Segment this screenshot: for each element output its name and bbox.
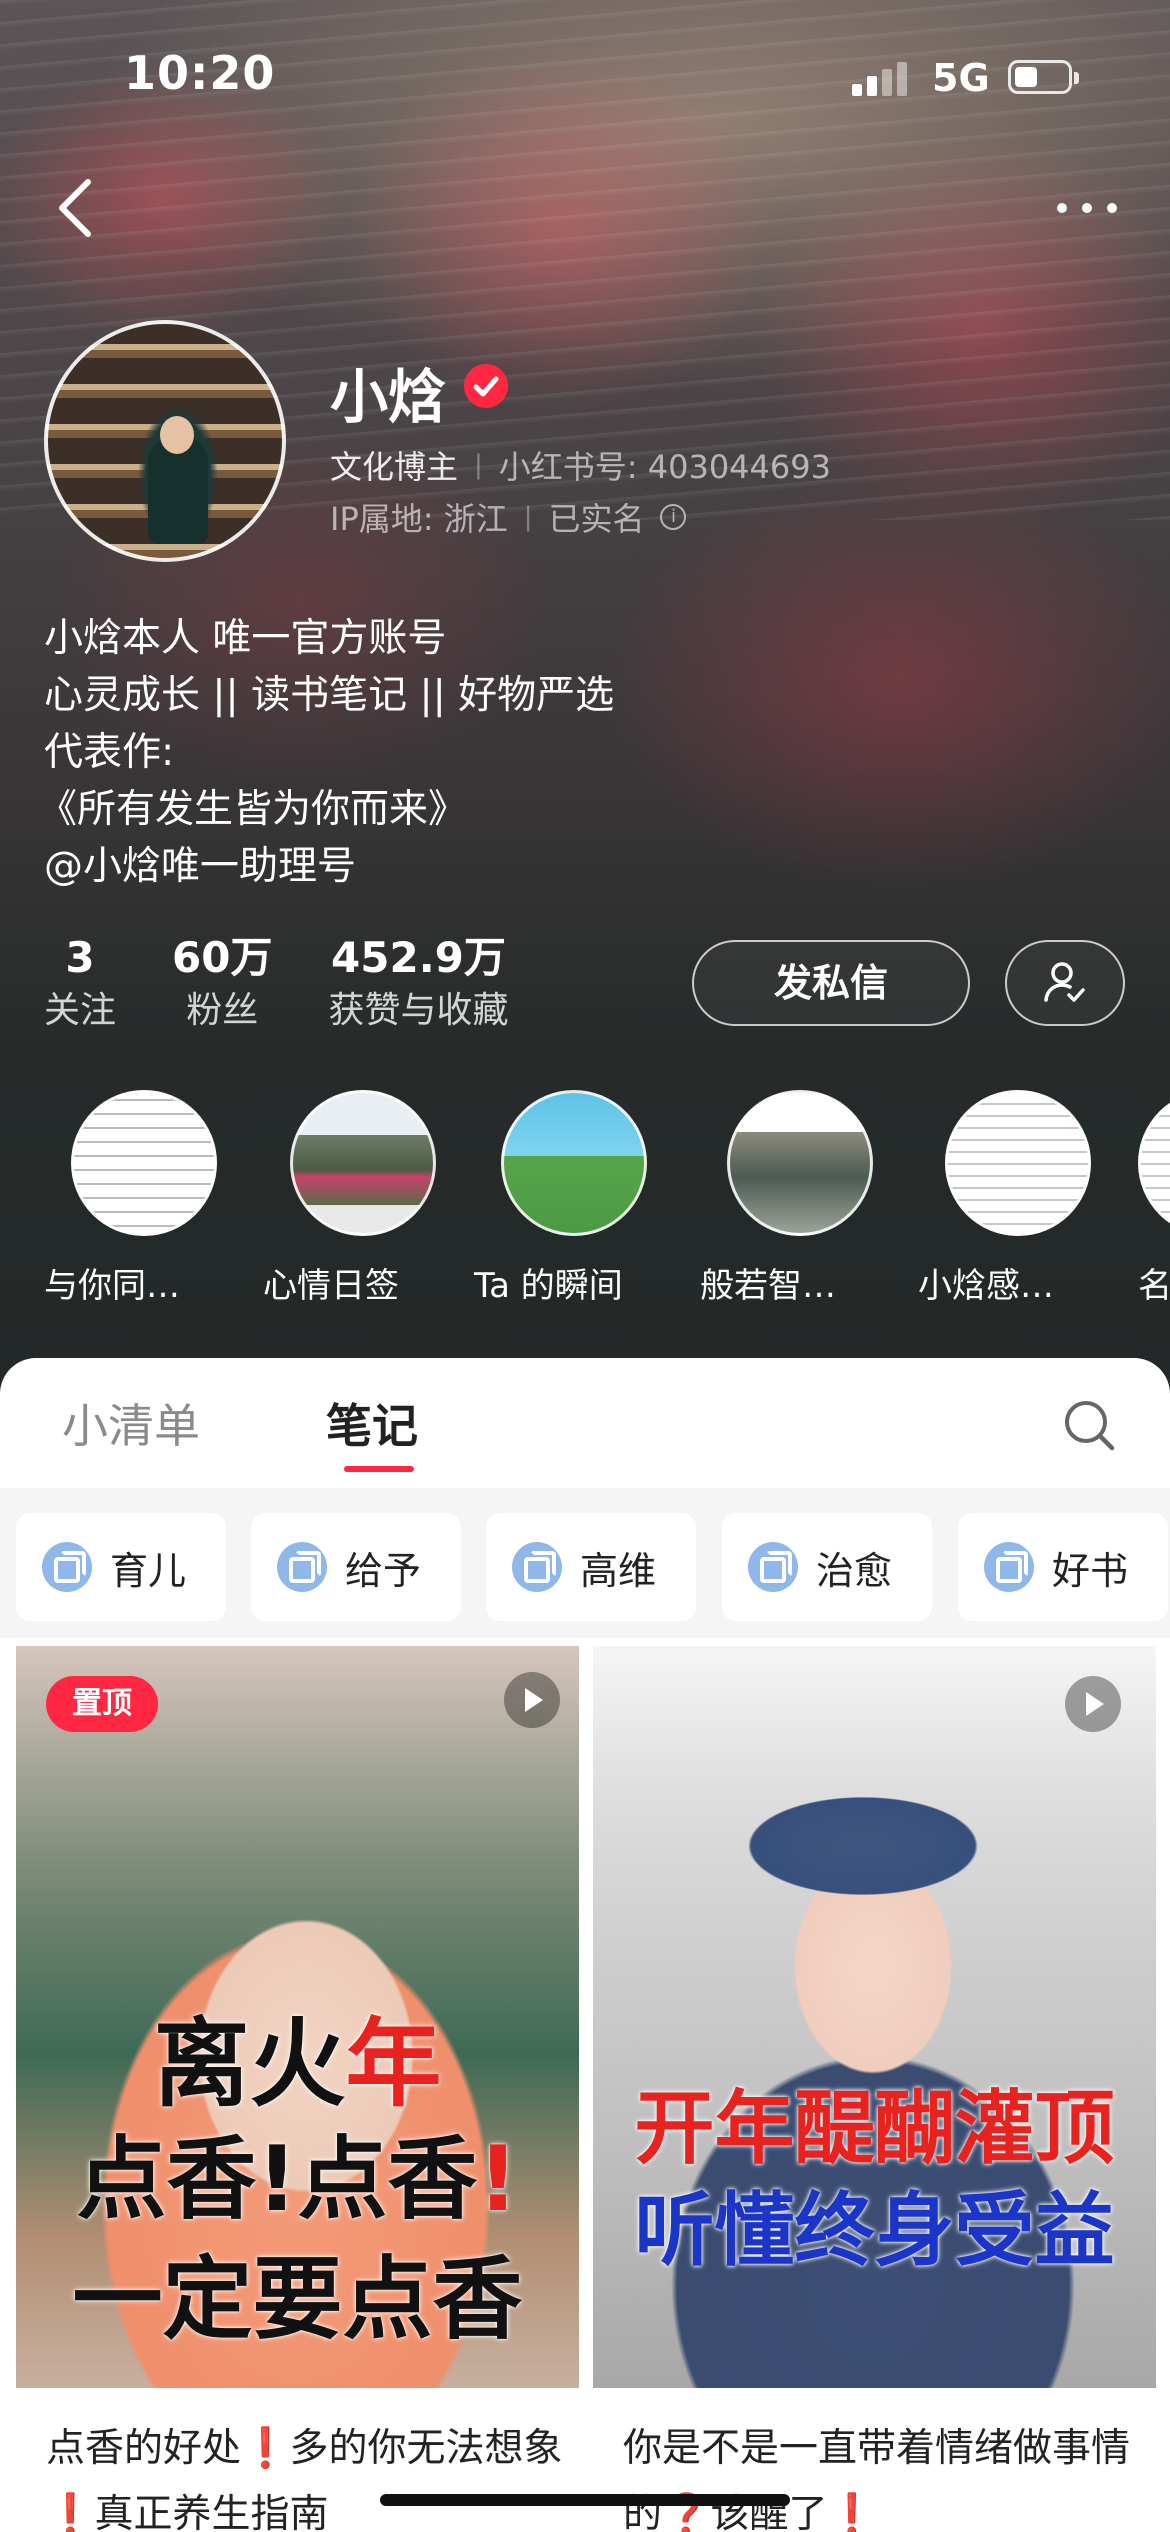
cover-text-line: 开年醍醐灌顶 bbox=[634, 2082, 1115, 2175]
stat-label: 粉丝 bbox=[186, 990, 259, 1031]
highlight-label: 名 bbox=[1138, 1266, 1170, 1306]
highlight-item[interactable]: Ta 的瞬间 bbox=[474, 1090, 674, 1307]
highlight-label: 心情日签 bbox=[263, 1266, 399, 1306]
divider: | bbox=[523, 502, 533, 532]
tab-notes[interactable]: 笔记 bbox=[326, 1390, 418, 1456]
info-icon[interactable]: i bbox=[660, 504, 687, 530]
highlight-cover bbox=[1138, 1090, 1170, 1236]
back-button[interactable] bbox=[48, 172, 108, 244]
profile-meta-secondary: IP属地: 浙江 | 已实名 i bbox=[330, 494, 687, 540]
highlight-label: 小焓感… bbox=[918, 1266, 1054, 1306]
collection-icon bbox=[984, 1542, 1034, 1592]
tab-bar: 小清单 笔记 bbox=[0, 1358, 1170, 1488]
filter-chip-label: 给予 bbox=[345, 1548, 422, 1593]
highlight-cover bbox=[290, 1090, 436, 1236]
more-button[interactable] bbox=[1052, 190, 1122, 226]
stat-likes[interactable]: 452.9万 获赞与收藏 bbox=[328, 930, 508, 1036]
network-label: 5G bbox=[932, 56, 990, 100]
bio-line: 心灵成长 || 读书笔记 || 好物严选 bbox=[44, 673, 615, 718]
collection-icon bbox=[512, 1542, 562, 1592]
bio-mention-link[interactable]: @小焓唯一助理号 bbox=[44, 838, 614, 895]
note-title: 你是不是一直带着情绪做事情的❓该醒了❗ bbox=[623, 2426, 1131, 2532]
cover-text-line: 离火年 bbox=[153, 2008, 442, 2120]
stat-value: 452.9万 bbox=[331, 933, 506, 982]
collection-icon bbox=[277, 1542, 327, 1592]
search-button[interactable] bbox=[1062, 1398, 1116, 1452]
stat-value: 3 bbox=[65, 933, 95, 982]
highlight-item[interactable]: 小焓感… bbox=[918, 1090, 1118, 1307]
stat-followers[interactable]: 60万 粉丝 bbox=[172, 930, 272, 1036]
video-play-icon bbox=[1065, 1676, 1121, 1732]
highlight-item[interactable]: 心情日签 bbox=[263, 1090, 463, 1307]
note-cover-image: 开年醍醐灌顶 听懂终身受益 bbox=[593, 1646, 1156, 2388]
filter-chip[interactable]: 育儿 bbox=[16, 1513, 226, 1621]
filter-chip-label: 高维 bbox=[580, 1548, 657, 1593]
search-icon bbox=[1065, 1401, 1115, 1451]
filter-chips: 育儿 给予 高维 治愈 好书 bbox=[16, 1513, 1170, 1623]
avatar[interactable] bbox=[44, 320, 286, 562]
highlight-label: 般若智… bbox=[700, 1266, 836, 1306]
verified-icon bbox=[464, 364, 508, 408]
profile-meta: 文化博主 | 小红书号: 403044693 bbox=[330, 442, 831, 488]
filter-chip[interactable]: 好书 bbox=[958, 1513, 1168, 1621]
highlight-cover bbox=[71, 1090, 217, 1236]
note-title: 点香的好处❗多的你无法想象❗真正养生指南 bbox=[46, 2426, 563, 2532]
profile-stats: 3 关注 60万 粉丝 452.9万 获赞与收藏 bbox=[44, 930, 508, 1036]
highlights-row: 与你同… 心情日签 Ta 的瞬间 般若智… 小焓感… 名 bbox=[0, 1090, 1170, 1310]
stat-label: 获赞与收藏 bbox=[328, 990, 509, 1031]
profile-id[interactable]: 小红书号: 403044693 bbox=[499, 442, 831, 488]
bio-line: 小焓本人 唯一官方账号 bbox=[44, 616, 447, 661]
chevron-left-icon bbox=[59, 179, 91, 237]
profile-role: 文化博主 bbox=[330, 448, 459, 486]
filter-chip-label: 好书 bbox=[1052, 1548, 1129, 1593]
verified-status: 已实名 bbox=[548, 500, 645, 538]
highlight-cover bbox=[945, 1090, 1091, 1236]
highlight-item[interactable]: 与你同… bbox=[44, 1090, 244, 1307]
follow-button[interactable] bbox=[1005, 940, 1125, 1026]
filter-chip-label: 育儿 bbox=[110, 1548, 187, 1593]
pinned-badge: 置顶 bbox=[46, 1676, 158, 1732]
tab-list[interactable]: 小清单 bbox=[62, 1390, 200, 1456]
highlight-label: Ta 的瞬间 bbox=[474, 1266, 623, 1306]
signal-icon bbox=[852, 62, 908, 96]
collection-icon bbox=[748, 1542, 798, 1592]
content-sheet: 小清单 笔记 育儿 给予 高维 治愈 好书 离火年 点香!点香! 一定要点香 置… bbox=[0, 1358, 1170, 2532]
note-card[interactable]: 开年醍醐灌顶 听懂终身受益 你是不是一直带着情绪做事情的❓该醒了❗ bbox=[593, 1646, 1156, 2532]
cover-text-line: 点香!点香! bbox=[76, 2127, 519, 2232]
highlight-item[interactable]: 名 bbox=[1138, 1090, 1170, 1307]
stat-label: 关注 bbox=[44, 990, 117, 1031]
cover-text-line: 一定要点香 bbox=[72, 2247, 523, 2352]
filter-chip[interactable]: 高维 bbox=[486, 1513, 696, 1621]
ip-location: IP属地: 浙江 bbox=[330, 500, 508, 538]
bio-line: 代表作: bbox=[44, 730, 175, 775]
highlight-label: 与你同… bbox=[44, 1266, 180, 1306]
status-time: 10:20 bbox=[124, 46, 276, 100]
user-check-icon bbox=[1044, 962, 1085, 1002]
stat-value: 60万 bbox=[172, 933, 273, 982]
active-tab-indicator bbox=[344, 1466, 414, 1472]
note-cover-image: 离火年 点香!点香! 一定要点香 置顶 bbox=[16, 1646, 579, 2388]
profile-bio: 小焓本人 唯一官方账号 心灵成长 || 读书笔记 || 好物严选 代表作: 《所… bbox=[38, 610, 615, 895]
send-message-button[interactable]: 发私信 bbox=[692, 940, 970, 1026]
filter-chip[interactable]: 给予 bbox=[251, 1513, 461, 1621]
divider: | bbox=[474, 450, 483, 480]
filter-chip-label: 治愈 bbox=[816, 1548, 893, 1593]
highlight-cover bbox=[501, 1090, 647, 1236]
profile-header: 10:20 5G 小焓 文化博主 | 小红书号: 403044693 IP属地:… bbox=[0, 0, 1170, 1400]
battery-icon bbox=[1008, 60, 1079, 94]
bio-line: 《所有发生皆为你而来》 bbox=[38, 787, 468, 832]
profile-name: 小焓 bbox=[330, 363, 447, 431]
more-icon bbox=[1057, 203, 1117, 213]
highlight-cover bbox=[727, 1090, 873, 1236]
stat-following[interactable]: 3 关注 bbox=[44, 930, 116, 1036]
filter-chip[interactable]: 治愈 bbox=[722, 1513, 932, 1621]
note-card[interactable]: 离火年 点香!点香! 一定要点香 置顶 点香的好处❗多的你无法想象❗真正养生指南 bbox=[16, 1646, 579, 2532]
cover-text-line: 听懂终身受益 bbox=[634, 2184, 1115, 2277]
highlight-item[interactable]: 般若智… bbox=[700, 1090, 900, 1307]
home-indicator bbox=[380, 2494, 790, 2506]
collection-icon bbox=[42, 1542, 92, 1592]
video-play-icon bbox=[504, 1672, 560, 1728]
